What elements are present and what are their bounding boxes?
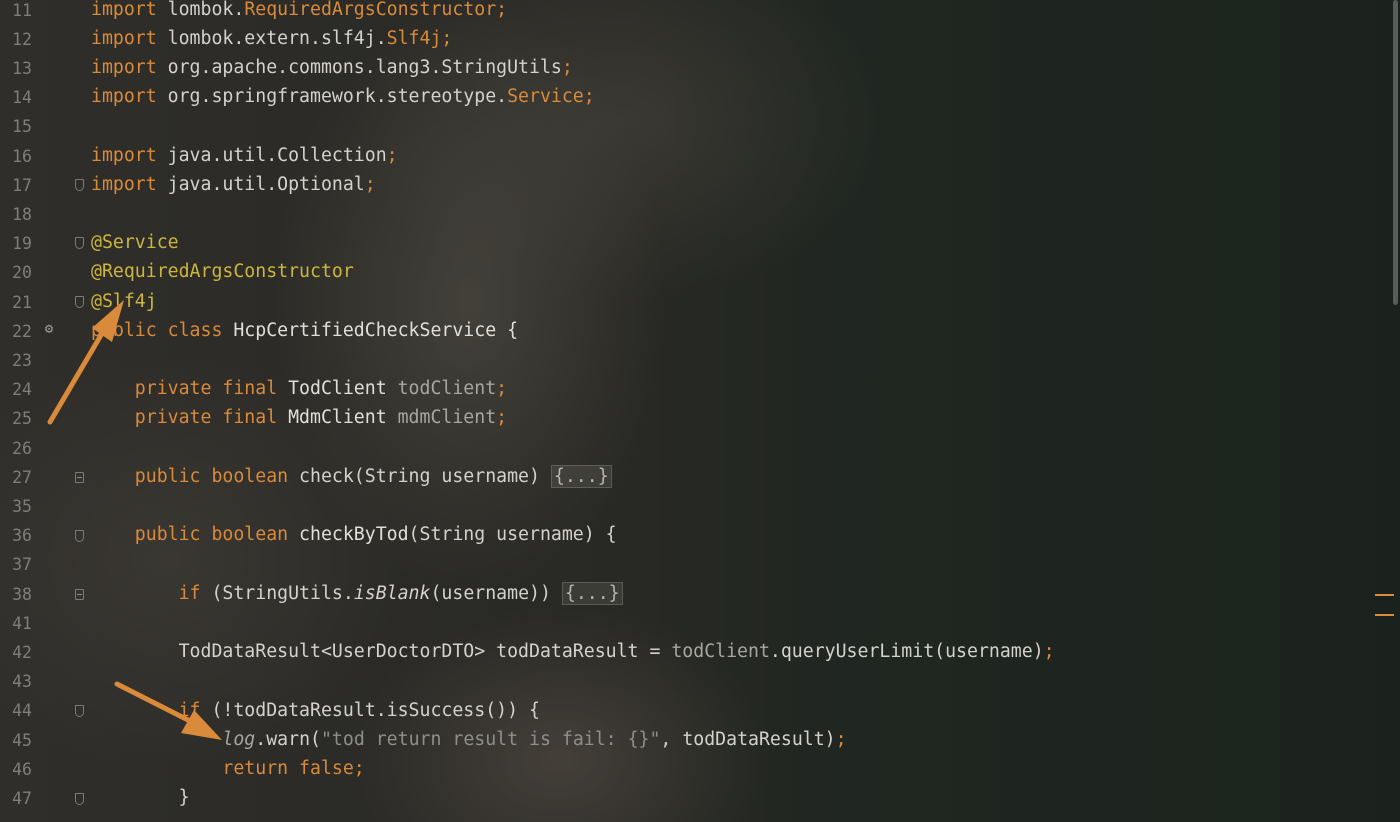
line-number: 11: [12, 1, 32, 20]
code-line: public boolean check(String username) {.…: [91, 462, 612, 491]
line-number: 43: [12, 672, 32, 691]
line-number: 42: [12, 643, 32, 662]
line-number: 19: [12, 234, 32, 253]
code-line: import java.util.Optional;: [91, 174, 376, 195]
line-number: 26: [12, 439, 32, 458]
code-editor[interactable]: 11 12 13 14 15 16 17 18 19 20 21 22 23 2…: [0, 0, 1400, 822]
fold-end-icon[interactable]: [75, 179, 84, 191]
code-line: public boolean checkByTod(String usernam…: [91, 524, 617, 545]
line-number: 24: [12, 380, 32, 399]
line-number: 23: [12, 351, 32, 370]
fold-end-icon[interactable]: [75, 793, 84, 805]
fold-expand-icon[interactable]: [75, 472, 84, 483]
folded-code-block[interactable]: {...}: [550, 465, 612, 488]
code-line: private final TodClient todClient;: [91, 378, 508, 399]
folded-code-block[interactable]: {...}: [561, 582, 623, 605]
code-line: import org.springframework.stereotype.Se…: [91, 86, 595, 107]
line-number: 44: [12, 701, 32, 720]
fold-end-icon[interactable]: [75, 296, 84, 308]
code-line: }: [91, 787, 190, 808]
code-line: import lombok.extern.slf4j.Slf4j;: [91, 28, 453, 49]
code-line: @Service: [91, 232, 179, 253]
line-number-gutter: 11 12 13 14 15 16 17 18 19 20 21 22 23 2…: [0, 0, 90, 822]
code-line: if (!todDataResult.isSuccess()) {: [91, 700, 540, 721]
line-number: 18: [12, 205, 32, 224]
code-line: return false;: [91, 758, 365, 779]
line-number: 35: [12, 497, 32, 516]
line-number: 27: [12, 468, 32, 487]
line-number: 20: [12, 263, 32, 282]
line-number: 47: [12, 789, 32, 808]
code-line: @Slf4j: [91, 291, 157, 312]
line-number: 36: [12, 526, 32, 545]
spring-bean-icon[interactable]: ⚙: [41, 321, 57, 337]
line-number: 22: [12, 322, 32, 341]
code-line: import org.apache.commons.lang3.StringUt…: [91, 57, 573, 78]
code-line: TodDataResult<UserDoctorDTO> todDataResu…: [91, 641, 1055, 662]
line-number: 46: [12, 760, 32, 779]
line-number: 17: [12, 176, 32, 195]
line-number: 12: [12, 30, 32, 49]
line-number: 16: [12, 147, 32, 166]
warning-marker[interactable]: [1375, 594, 1394, 596]
code-line: import lombok.RequiredArgsConstructor;: [91, 0, 508, 20]
error-stripe[interactable]: [1392, 0, 1400, 822]
code-line: private final MdmClient mdmClient;: [91, 407, 508, 428]
scrollbar-thumb[interactable]: [1393, 0, 1398, 305]
line-number: 41: [12, 614, 32, 633]
fold-start-icon[interactable]: [75, 705, 84, 717]
line-number: 14: [12, 88, 32, 107]
warning-marker[interactable]: [1375, 614, 1394, 616]
code-line: import java.util.Collection;: [91, 145, 398, 166]
line-number: 45: [12, 731, 32, 750]
code-line: @RequiredArgsConstructor: [91, 261, 354, 282]
line-number: 15: [12, 117, 32, 136]
line-number: 13: [12, 59, 32, 78]
fold-start-icon[interactable]: [75, 237, 84, 249]
code-line: public class HcpCertifiedCheckService {: [91, 320, 519, 341]
line-number: 25: [12, 409, 32, 428]
fold-expand-icon[interactable]: [75, 589, 84, 600]
line-number: 38: [12, 585, 32, 604]
code-line: if (StringUtils.isBlank(username)) {...}: [91, 579, 623, 608]
line-number: 37: [12, 555, 32, 574]
line-number: 21: [12, 293, 32, 312]
code-line: log.warn("tod return result is fail: {}"…: [222, 729, 847, 750]
fold-start-icon[interactable]: [75, 530, 84, 542]
